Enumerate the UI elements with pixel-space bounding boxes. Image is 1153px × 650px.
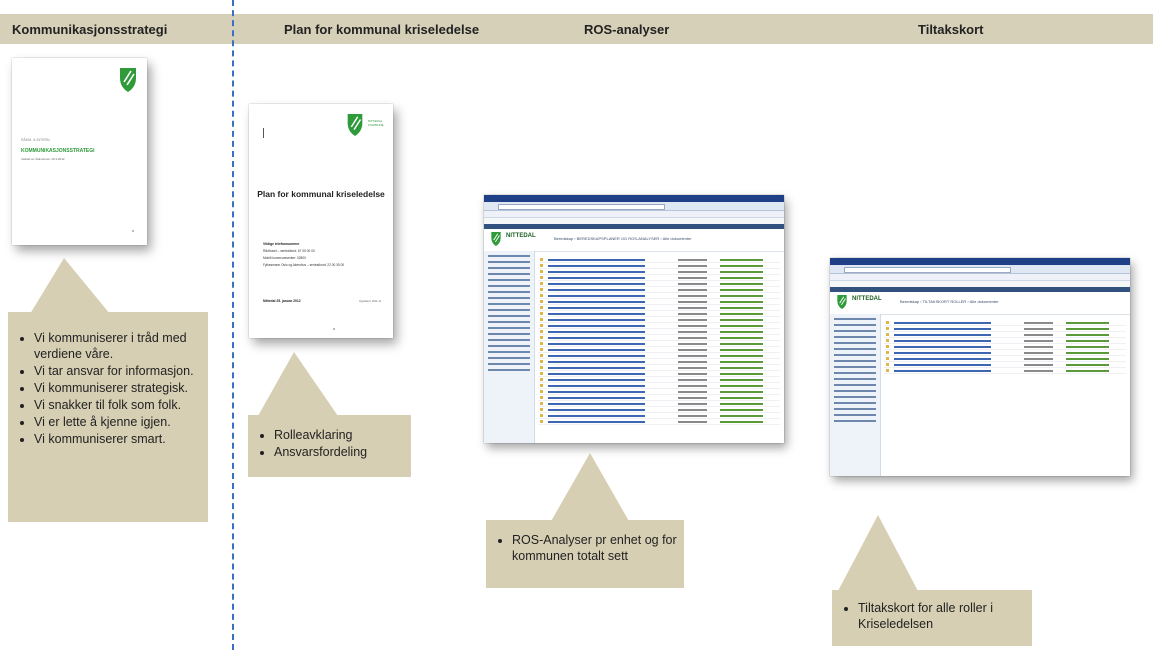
doc1-subtitle: Vedtatt av rådmannen 19.3.2012 bbox=[21, 157, 65, 161]
doc2-phone-line: Fylkesmann Oslo og Akershus – sentralbor… bbox=[263, 263, 345, 267]
callout-1-bullet: Vi snakker til folk som folk. bbox=[34, 397, 208, 413]
doc2-phone-line: Mobilt kommunesenter: 02800 bbox=[263, 256, 306, 260]
list-item bbox=[884, 368, 1126, 374]
callout-kommunikasjonsstrategi: Vi kommuniserer i tråd med verdiene våre… bbox=[8, 312, 208, 522]
doc2-title: Plan for kommunal kriseledelse bbox=[257, 189, 385, 199]
sharepoint-breadcrumb: Beredskap › BEREDSKAPSPLANER OG ROS-ANAL… bbox=[554, 236, 692, 241]
browser-favorites-bar bbox=[484, 211, 784, 218]
callout-1-bullet: Vi tar ansvar for informasjon. bbox=[34, 363, 208, 379]
callout-4-bullet: Tiltakskort for alle roller i Kriseledel… bbox=[858, 600, 1032, 632]
column-header-ros-analyser: ROS-analyser bbox=[584, 22, 670, 37]
callout-1-pointer bbox=[30, 258, 110, 314]
doc2-phone-line: Rådhuset – sentralbord: 67 05 00 00 bbox=[263, 249, 315, 253]
callout-2-bullet: Rolleavklaring bbox=[274, 427, 411, 443]
callout-4-pointer bbox=[838, 515, 918, 591]
sharepoint-brand-name: NITTEDAL bbox=[506, 233, 536, 239]
callout-1-bullet: Vi kommuniserer smart. bbox=[34, 431, 208, 447]
doc2-logo-text: NITTEDAL KOMMUNE bbox=[368, 119, 384, 127]
plan-kriseledelse-document[interactable]: NITTEDAL KOMMUNE Plan for kommunal krise… bbox=[249, 104, 393, 338]
callout-3-bullet: ROS-Analyser pr enhet og for kommunen to… bbox=[512, 532, 684, 564]
column-header-plan-kriseledelse: Plan for kommunal kriseledelse bbox=[284, 22, 480, 37]
doc2-mark bbox=[263, 128, 264, 138]
document-list bbox=[884, 320, 1126, 374]
sharepoint-brand-header: NITTEDAL Beredskap › TILTAKSKORT ROLLER … bbox=[830, 292, 1130, 315]
callout-3-pointer bbox=[550, 453, 630, 523]
browser-address-bar bbox=[484, 202, 784, 211]
sharepoint-brand-header: NITTEDAL Beredskap › BEREDSKAPSPLANER OG… bbox=[484, 229, 784, 252]
ros-analyser-screenshot[interactable]: NITTEDAL Beredskap › BEREDSKAPSPLANER OG… bbox=[484, 195, 784, 443]
callout-plan-kriseledelse: Rolleavklaring Ansvarsfordeling bbox=[248, 415, 411, 477]
doc1-title: KOMMUNIKASJONSSTRATEGI bbox=[21, 148, 95, 154]
column-header-tiltakskort: Tiltakskort bbox=[918, 22, 984, 37]
nittedal-logo-icon bbox=[347, 114, 363, 136]
sharepoint-sidebar bbox=[484, 251, 535, 443]
nittedal-logo-icon bbox=[837, 295, 847, 309]
browser-titlebar bbox=[830, 258, 1130, 265]
doc2-place-date: Nittedal 25. januar 2012 bbox=[263, 299, 301, 303]
callout-2-pointer bbox=[258, 352, 338, 416]
doc2-footer-right: Oppdatert: 2011-11 bbox=[359, 300, 382, 303]
doc2-phone-heading: Viktige telefonnummer bbox=[263, 242, 300, 246]
sharepoint-brand-name: NITTEDAL bbox=[852, 296, 882, 302]
callout-1-bullet: Vi er lette å kjenne igjen. bbox=[34, 414, 208, 430]
tiltakskort-screenshot[interactable]: NITTEDAL Beredskap › TILTAKSKORT ROLLER … bbox=[830, 258, 1130, 476]
browser-favorites-bar bbox=[830, 274, 1130, 281]
callout-2-bullet: Ansvarsfordeling bbox=[274, 444, 411, 460]
browser-address-bar bbox=[830, 265, 1130, 274]
callout-tiltakskort: Tiltakskort for alle roller i Kriseledel… bbox=[832, 590, 1032, 646]
document-list bbox=[538, 257, 780, 425]
nittedal-logo-icon bbox=[491, 232, 501, 246]
sharepoint-sidebar bbox=[830, 314, 881, 476]
list-item bbox=[538, 419, 780, 425]
doc1-small-text: RÅDM. & INTERN bbox=[21, 138, 50, 142]
doc1-page-mark bbox=[132, 230, 134, 232]
sharepoint-breadcrumb: Beredskap › TILTAKSKORT ROLLER › Alle do… bbox=[900, 299, 999, 304]
column-header-kommunikasjonsstrategi: Kommunikasjonsstrategi bbox=[12, 22, 168, 37]
callout-ros-analyser: ROS-Analyser pr enhet og for kommunen to… bbox=[486, 520, 684, 588]
kommunikasjonsstrategi-document[interactable]: RÅDM. & INTERN KOMMUNIKASJONSSTRATEGI Ve… bbox=[12, 58, 147, 245]
browser-titlebar bbox=[484, 195, 784, 202]
doc2-page-mark bbox=[333, 328, 335, 330]
callout-1-bullet: Vi kommuniserer i tråd med verdiene våre… bbox=[34, 330, 208, 362]
column-divider bbox=[232, 0, 234, 650]
callout-1-bullet: Vi kommuniserer strategisk. bbox=[34, 380, 208, 396]
nittedal-logo-icon bbox=[120, 68, 136, 92]
